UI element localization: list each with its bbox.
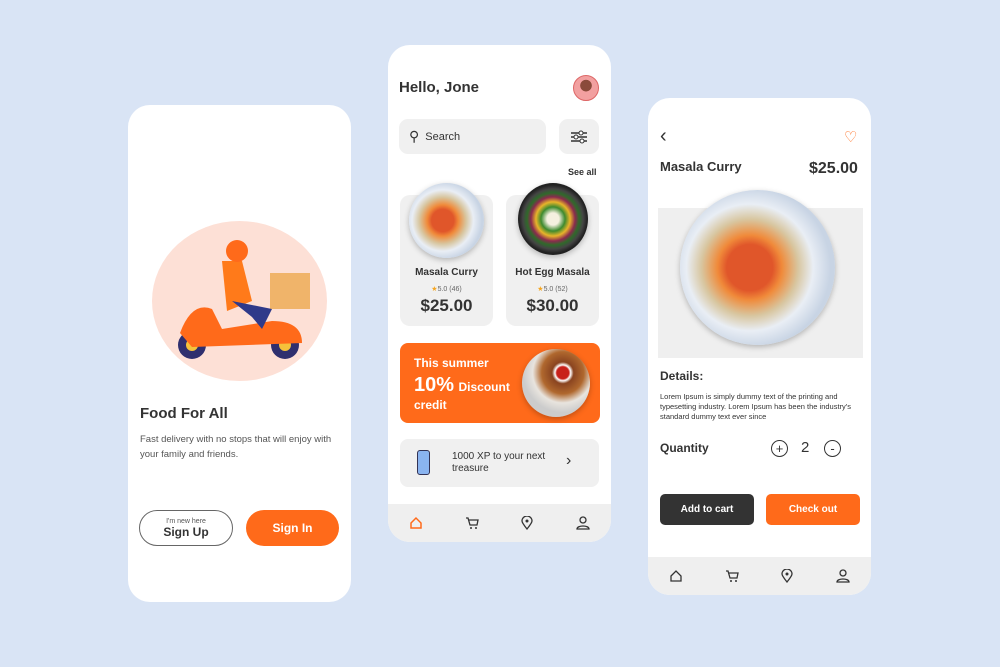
reward-card[interactable]: 1000 XP to your next treasure ›	[400, 439, 599, 487]
food-price: $30.00	[526, 296, 579, 315]
avatar[interactable]	[573, 75, 599, 101]
promo-discount: Discount	[458, 380, 510, 394]
home-icon[interactable]	[406, 513, 426, 533]
decrement-button[interactable]: -	[824, 440, 841, 457]
add-to-cart-button[interactable]: Add to cart	[660, 494, 754, 525]
food-image	[409, 183, 484, 258]
phone-reward-icon	[417, 450, 430, 475]
promo-line1: This summer	[414, 356, 489, 370]
checkout-label: Check out	[788, 504, 838, 515]
details-label: Details:	[660, 369, 704, 383]
cart-icon[interactable]	[462, 513, 482, 533]
checkout-button[interactable]: Check out	[766, 494, 860, 525]
detail-title: Masala Curry	[660, 159, 742, 174]
back-icon[interactable]: ‹	[660, 126, 667, 146]
food-price: $25.00	[420, 296, 473, 315]
greeting: Hello, Jone	[399, 79, 480, 96]
food-card[interactable]: Masala Curry ★5.0 (46) $25.00	[400, 183, 493, 326]
chevron-right-icon: ›	[566, 452, 572, 469]
onboarding-description: Fast delivery with no stops that will en…	[140, 434, 332, 460]
food-name: Masala Curry	[415, 267, 478, 278]
food-name: Hot Egg Masala	[515, 267, 590, 278]
food-rating: ★5.0 (52)	[506, 285, 599, 293]
rating-text: 5.0 (52)	[543, 286, 568, 293]
search-placeholder: Search	[425, 130, 461, 143]
sign-in-button[interactable]: Sign In	[246, 510, 339, 546]
sign-up-button[interactable]: I'm new here Sign Up	[139, 510, 233, 546]
quantity-label: Quantity	[660, 441, 709, 455]
search-input[interactable]: ⚲ Search	[399, 119, 546, 154]
promo-percent: 10%	[414, 374, 455, 396]
detail-price: $25.00	[809, 160, 858, 177]
quantity-value: 2	[801, 439, 810, 456]
bottom-nav	[388, 504, 611, 542]
sign-up-hint: I'm new here	[166, 517, 206, 525]
details-description: Lorem Ipsum is simply dummy text of the …	[660, 392, 851, 421]
location-icon[interactable]	[517, 513, 537, 533]
increment-button[interactable]: +	[771, 440, 788, 457]
reward-text: 1000 XP to your next treasure	[452, 451, 546, 474]
home-icon[interactable]	[666, 566, 686, 586]
profile-icon[interactable]	[573, 513, 593, 533]
home-screen: Hello, Jone ⚲ Search See all Masala Curr…	[388, 45, 611, 542]
detail-screen: ‹ ♡ Masala Curry $25.00 Details: Lorem I…	[648, 98, 871, 595]
food-image	[680, 190, 835, 345]
promo-line3: credit	[414, 398, 447, 412]
profile-icon[interactable]	[833, 566, 853, 586]
add-to-cart-label: Add to cart	[680, 504, 734, 515]
promo-line2: 10% Discount	[414, 374, 510, 397]
delivery-illustration	[152, 221, 327, 381]
filter-icon	[571, 130, 587, 143]
rating-text: 5.0 (46)	[437, 286, 462, 293]
food-image	[518, 183, 588, 255]
location-icon[interactable]	[777, 566, 797, 586]
food-card[interactable]: Hot Egg Masala ★5.0 (52) $30.00	[506, 183, 599, 326]
onboarding-title: Food For All	[140, 405, 228, 422]
detail-image-bg	[658, 190, 863, 358]
bottom-nav	[648, 557, 871, 595]
promo-banner[interactable]: This summer 10% Discount credit	[400, 343, 600, 423]
heart-icon[interactable]: ♡	[844, 128, 857, 146]
sign-up-label: Sign Up	[163, 524, 209, 539]
cart-icon[interactable]	[722, 566, 742, 586]
food-rating: ★5.0 (46)	[400, 285, 493, 293]
sign-in-label: Sign In	[272, 521, 313, 535]
promo-food-image	[522, 349, 590, 417]
filter-button[interactable]	[559, 119, 599, 154]
see-all-link[interactable]: See all	[568, 167, 597, 177]
onboarding-screen: Food For All Fast delivery with no stops…	[128, 105, 351, 602]
search-icon: ⚲	[409, 128, 420, 144]
